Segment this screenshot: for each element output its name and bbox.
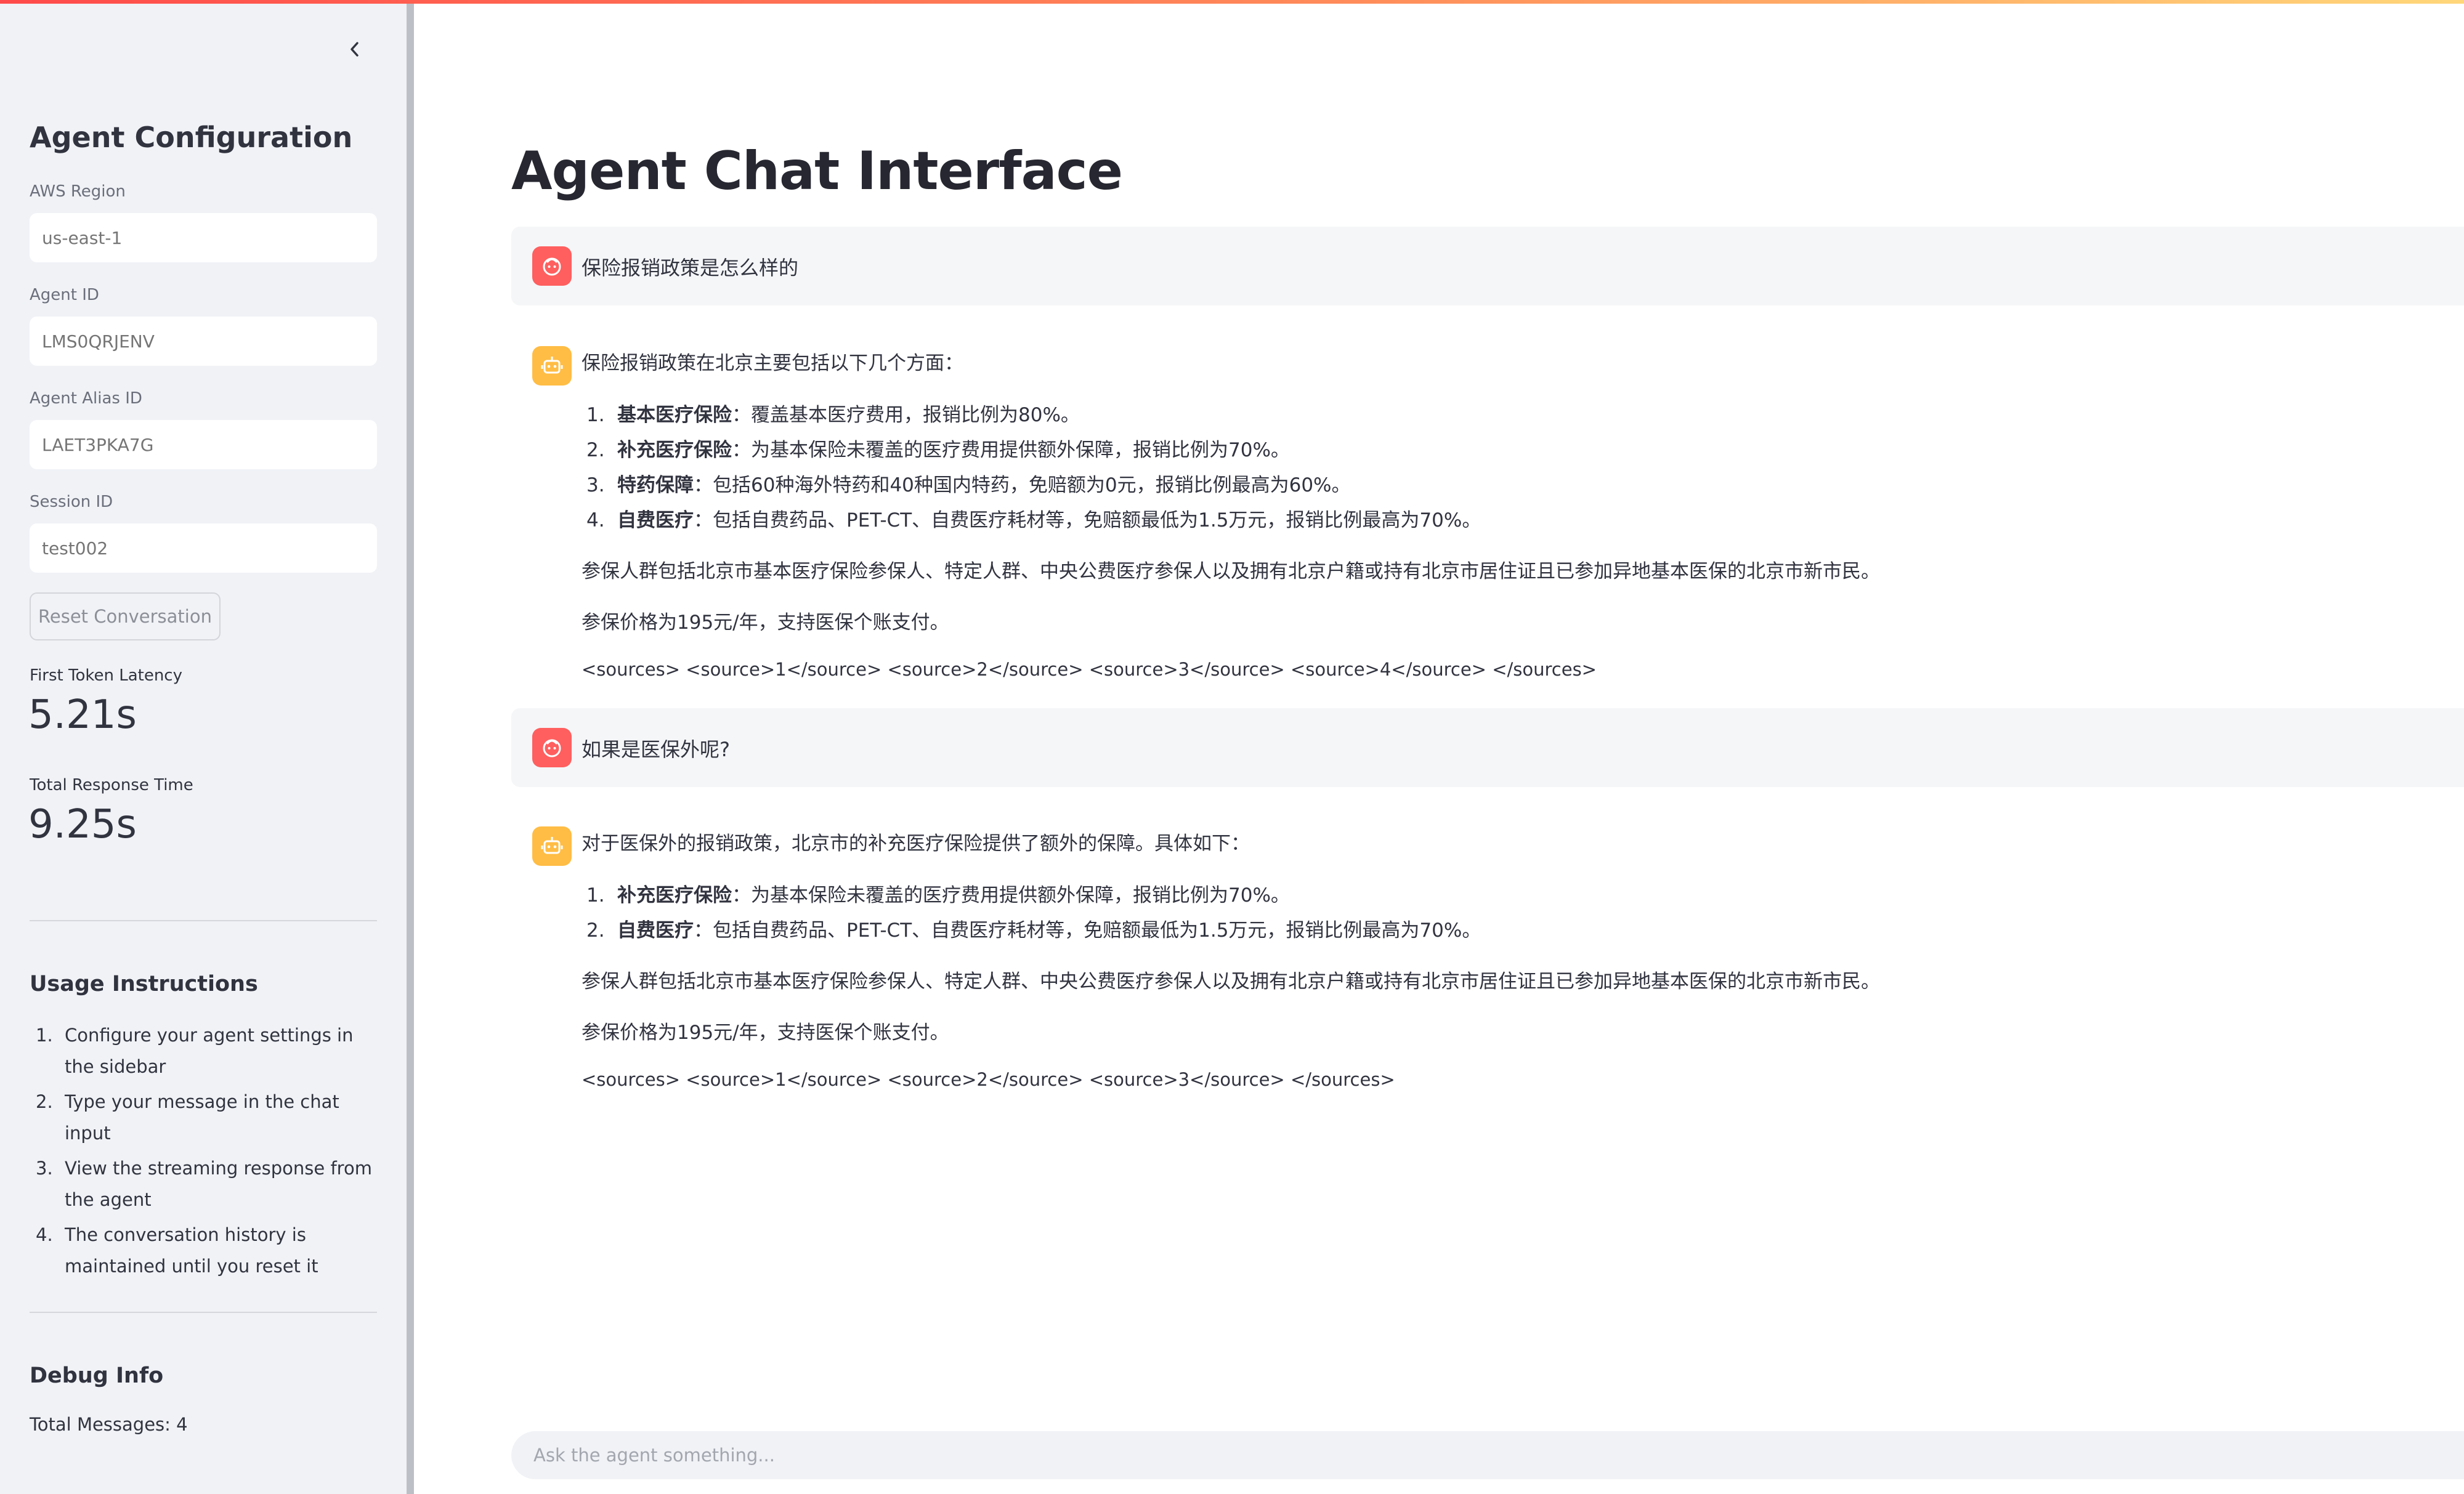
assistant-paragraph: 参保价格为195元/年，支持医保个账支付。 [582,612,949,634]
aws-region-input[interactable] [30,213,377,262]
user-avatar [532,246,572,286]
robot-icon [541,837,563,854]
agent-alias-id-label: Agent Alias ID [30,389,142,408]
assistant-paragraph: 参保人群包括北京市基本医疗保险参保人、特定人群、中央公费医疗参保人以及拥有北京户… [582,971,1880,993]
total-response-time-value: 9.25s [28,802,137,847]
first-token-latency-value: 5.21s [28,692,137,738]
usage-item: 1. Configure your agent settings in the s… [36,1025,354,1077]
first-token-latency-label: First Token Latency [30,666,182,685]
usage-item: 2. Type your message in the chat input [36,1091,339,1144]
assistant-avatar [532,826,572,866]
list-item: 3. 特药保障：包括60种海外特药和40种国内特药，免赔额为0元，报销比例最高为6… [586,474,1351,496]
user-message [511,708,2464,787]
user-message-text: 保险报销政策是怎么样的 [582,256,799,280]
usage-item: 3. View the streaming response from the a… [36,1158,372,1210]
assistant-intro: 保险报销政策在北京主要包括以下几个方面： [582,352,963,374]
agent-id-label: Agent ID [30,286,99,304]
reset-conversation-button[interactable]: Reset Conversation [30,592,221,640]
list-item: 4. 自费医疗：包括自费药品、PET-CT、自费医疗耗材等，免赔额最低为1.5万元… [586,509,1481,531]
total-messages-text: Total Messages: 4 [30,1414,188,1435]
debug-info-title: Debug Info [30,1363,164,1388]
assistant-sources: <sources> <source>1</source> <source>2</… [582,1069,1395,1090]
assistant-avatar [532,346,572,386]
sidebar-resize-handle[interactable] [407,0,414,1494]
session-id-label: Session ID [30,493,113,511]
total-response-time-label: Total Response Time [30,776,193,794]
session-id-input[interactable] [30,523,377,573]
assistant-intro: 对于医保外的报销政策，北京市的补充医疗保险提供了额外的保障。具体如下： [582,833,1250,855]
list-item: 2. 补充医疗保险：为基本保险未覆盖的医疗费用提供额外保障，报销比例为70%。 [586,439,1290,461]
sidebar-divider [30,1312,377,1313]
collapse-sidebar-button[interactable] [338,34,372,64]
robot-icon [541,357,563,374]
usage-instructions-title: Usage Instructions [30,972,258,996]
assistant-paragraph: 参保价格为195元/年，支持医保个账支付。 [582,1022,949,1044]
list-item: 2. 自费医疗：包括自费药品、PET-CT、自费医疗耗材等，免赔额最低为1.5万元… [586,919,1481,942]
user-avatar [532,728,572,767]
user-face-icon [543,257,561,276]
agent-id-input[interactable] [30,317,377,366]
user-message [511,227,2464,305]
assistant-paragraph: 参保人群包括北京市基本医疗保险参保人、特定人群、中央公费医疗参保人以及拥有北京户… [582,560,1880,583]
header-decoration-stripe [0,0,2464,4]
sidebar-divider [30,920,377,921]
aws-region-label: AWS Region [30,182,126,201]
sidebar: Agent Configuration AWS Region Agent ID … [0,0,407,1494]
agent-alias-id-input[interactable] [30,420,377,469]
user-face-icon [543,739,561,757]
chevron-left-icon [351,42,359,57]
list-item: 1. 补充医疗保险：为基本保险未覆盖的医疗费用提供额外保障，报销比例为70%。 [586,884,1290,906]
list-item: 1. 基本医疗保险：覆盖基本医疗费用，报销比例为80%。 [586,404,1080,426]
usage-instructions-list: 1. Configure your agent settings in the s… [30,1020,387,1286]
usage-item: 4. The conversation history is maintained… [36,1224,318,1277]
assistant-sources: <sources> <source>1</source> <source>2</… [582,659,1597,680]
user-message-text: 如果是医保外呢? [582,738,730,761]
sidebar-title: Agent Configuration [30,121,353,154]
chat-input[interactable] [532,1431,2442,1479]
page-title: Agent Chat Interface [511,140,1123,202]
chat-input-container [511,1431,2464,1479]
